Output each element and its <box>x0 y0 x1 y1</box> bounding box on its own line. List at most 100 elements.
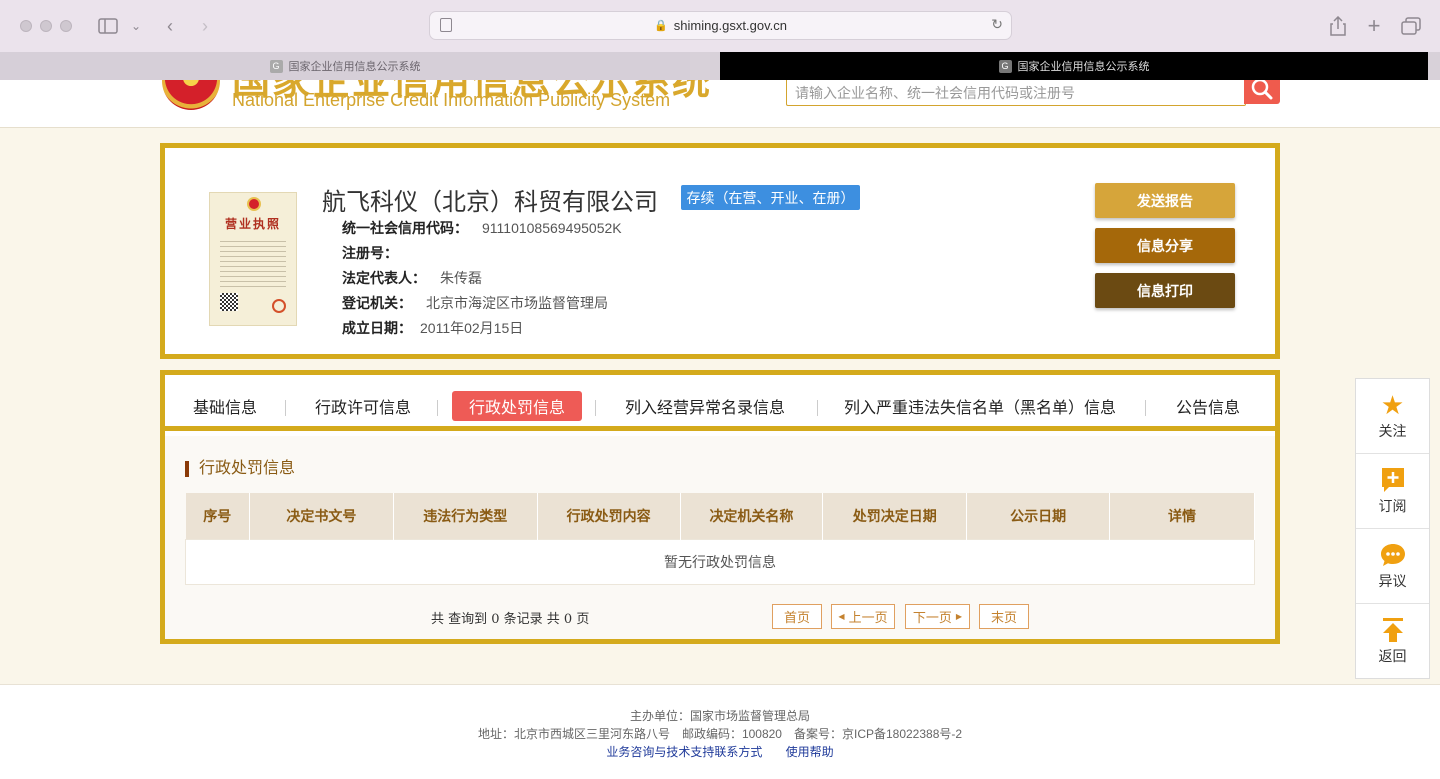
new-tab-icon[interactable]: + <box>1364 13 1384 38</box>
column-header[interactable]: 详情 <box>1109 493 1255 539</box>
qr-code-icon <box>220 293 238 311</box>
field-value: 北京市海淀区市场监督管理局 <box>426 295 608 311</box>
tab-basic-info[interactable]: 基础信息 <box>187 391 263 421</box>
browser-tab-title: 国家企业信用信息公示系统 <box>288 61 421 73</box>
table-row: 暂无行政处罚信息 <box>185 538 1255 585</box>
chat-icon <box>1380 542 1406 568</box>
star-icon: ★ <box>1380 389 1405 420</box>
caret-right-icon: ▶ <box>955 612 963 621</box>
company-name: 航飞科仪（北京）科贸有限公司 <box>322 188 658 216</box>
business-license-image[interactable]: 营业执照 <box>209 192 297 326</box>
floating-sidebar: ★ 关注 订阅 异议 返回 <box>1355 378 1430 679</box>
back-to-top-button[interactable]: 返回 <box>1356 604 1429 679</box>
share-info-button[interactable]: 信息分享 <box>1095 228 1235 263</box>
caret-left-icon: ◀ <box>838 612 845 621</box>
favicon-icon: G <box>998 59 1012 73</box>
prev-page-button[interactable]: ◀ 上一页 <box>831 604 895 629</box>
prev-page-label: 上一页 <box>848 610 888 625</box>
reload-icon[interactable]: ↻ <box>991 16 1003 33</box>
share-icon[interactable] <box>1328 14 1348 38</box>
browser-tab-1[interactable]: G 国家企业信用信息公示系统 <box>0 52 690 80</box>
lock-icon: 🔒 <box>654 20 668 32</box>
tab-separator <box>437 400 438 416</box>
info-establishment-date: 成立日期： 2011年02月15日 <box>342 318 523 338</box>
status-badge: 存续（在营、开业、在册） <box>681 185 860 210</box>
minimize-window-button[interactable] <box>40 20 52 32</box>
tab-overview-icon[interactable] <box>1400 14 1422 38</box>
tab-abnormal-operation[interactable]: 列入经营异常名录信息 <box>620 391 790 421</box>
footer-links: 业务咨询与技术支持联系方式 使用帮助 <box>0 743 1440 760</box>
support-contact-link[interactable]: 业务咨询与技术支持联系方式 <box>606 745 762 759</box>
footer-host: 主办单位：国家市场监督管理总局 <box>629 709 810 723</box>
column-header[interactable]: 行政处罚内容 <box>537 493 681 539</box>
emblem-icon <box>247 197 261 211</box>
float-item-label: 订阅 <box>1378 497 1407 514</box>
chevron-down-icon[interactable]: ⌄ <box>130 14 142 38</box>
tab-announcements[interactable]: 公告信息 <box>1170 391 1246 421</box>
sidebar-toggle-icon[interactable] <box>97 14 119 38</box>
field-value: 朱传磊 <box>440 270 482 286</box>
info-credit-code: 统一社会信用代码： 91110108569495052K <box>342 218 622 238</box>
tab-admin-license[interactable]: 行政许可信息 <box>311 391 415 421</box>
table-header-row: 序号 决定书文号 违法行为类型 行政处罚内容 决定机关名称 处罚决定日期 公示日… <box>185 493 1255 539</box>
column-header[interactable]: 序号 <box>185 493 250 539</box>
search-icon <box>1251 80 1273 100</box>
license-title: 营业执照 <box>224 217 281 231</box>
first-page-button[interactable]: 首页 <box>772 604 822 629</box>
last-page-button[interactable]: 末页 <box>979 604 1029 629</box>
info-legal-representative: 法定代表人： 朱传磊 <box>342 268 482 288</box>
zoom-window-button[interactable] <box>60 20 72 32</box>
info-panel: 基础信息 行政许可信息 行政处罚信息 列入经营异常名录信息 列入严重违法失信名单… <box>160 370 1280 644</box>
search-input[interactable]: 请输入企业名称、统一社会信用代码或注册号 <box>786 80 1246 106</box>
float-item-label: 返回 <box>1378 648 1407 664</box>
column-header[interactable]: 决定书文号 <box>249 493 394 539</box>
info-registration-number: 注册号： <box>342 243 412 263</box>
address-bar[interactable]: 🔒 shiming.gsxt.gov.cn ↻ <box>429 11 1012 40</box>
site-en-title: National Enterprise Credit Information P… <box>232 90 671 110</box>
send-report-button[interactable]: 发送报告 <box>1095 183 1235 218</box>
url-text: shiming.gsxt.gov.cn <box>673 18 787 33</box>
empty-table-message: 暂无行政处罚信息 <box>185 538 1255 585</box>
forward-icon[interactable]: › <box>195 14 215 38</box>
browser-toolbar: ⌄ ‹ › 🔒 shiming.gsxt.gov.cn ↻ + <box>0 0 1440 52</box>
license-text-lines <box>220 237 286 287</box>
field-value: 2011年02月15日 <box>420 320 524 336</box>
company-card: 营业执照 航飞科仪（北京）科贸有限公司 存续（在营、开业、在册） 统一社会信用代… <box>160 143 1280 359</box>
tab-separator <box>285 400 286 416</box>
float-item-label: 关注 <box>1378 422 1407 439</box>
favicon-icon: G <box>269 59 283 73</box>
penalty-table: 序号 决定书文号 违法行为类型 行政处罚内容 决定机关名称 处罚决定日期 公示日… <box>185 493 1255 585</box>
close-window-button[interactable] <box>20 20 32 32</box>
penalty-section: 行政处罚信息 序号 决定书文号 违法行为类型 行政处罚内容 决定机关名称 处罚决… <box>165 436 1275 639</box>
column-header[interactable]: 违法行为类型 <box>393 493 538 539</box>
tab-admin-penalty[interactable]: 行政处罚信息 <box>452 391 582 421</box>
subscribe-button[interactable]: 订阅 <box>1356 454 1429 529</box>
column-header[interactable]: 公示日期 <box>966 493 1111 539</box>
info-registration-authority: 登记机关： 北京市海淀区市场监督管理局 <box>342 293 608 313</box>
column-header[interactable]: 处罚决定日期 <box>822 493 968 539</box>
tab-separator <box>1145 400 1146 416</box>
browser-tab-2[interactable]: G 国家企业信用信息公示系统 <box>720 52 1428 80</box>
site-header: 国家企业信用信息公示系统 National Enterprise Credit … <box>0 80 1440 128</box>
footer-address: 地址：北京市西城区三里河东路八号 邮政编码：100820 备案号：京ICP备18… <box>477 727 963 741</box>
back-icon[interactable]: ‹ <box>160 14 180 38</box>
field-value: 91110108569495052K <box>482 220 622 236</box>
field-label: 注册号： <box>342 245 398 261</box>
reader-icon[interactable] <box>440 18 452 32</box>
next-page-button[interactable]: 下一页 ▶ <box>905 604 970 629</box>
column-header[interactable]: 决定机关名称 <box>680 493 824 539</box>
next-page-label: 下一页 <box>912 610 952 625</box>
search-button[interactable] <box>1244 80 1280 104</box>
field-label: 成立日期： <box>342 320 412 336</box>
follow-button[interactable]: ★ 关注 <box>1356 379 1429 454</box>
browser-tab-bar: G 国家企业信用信息公示系统 G 国家企业信用信息公示系统 <box>0 52 1440 80</box>
objection-button[interactable]: 异议 <box>1356 529 1429 604</box>
section-title: 行政处罚信息 <box>185 461 295 477</box>
tab-separator <box>817 400 818 416</box>
stamp-icon <box>272 299 286 313</box>
tab-blacklist[interactable]: 列入严重违法失信名单（黑名单）信息 <box>840 391 1120 421</box>
pager-summary: 共 查询到 0 条记录 共 0 页 <box>431 612 590 627</box>
browser-tab-title: 国家企业信用信息公示系统 <box>1017 61 1150 73</box>
help-link[interactable]: 使用帮助 <box>786 745 834 759</box>
print-info-button[interactable]: 信息打印 <box>1095 273 1235 308</box>
